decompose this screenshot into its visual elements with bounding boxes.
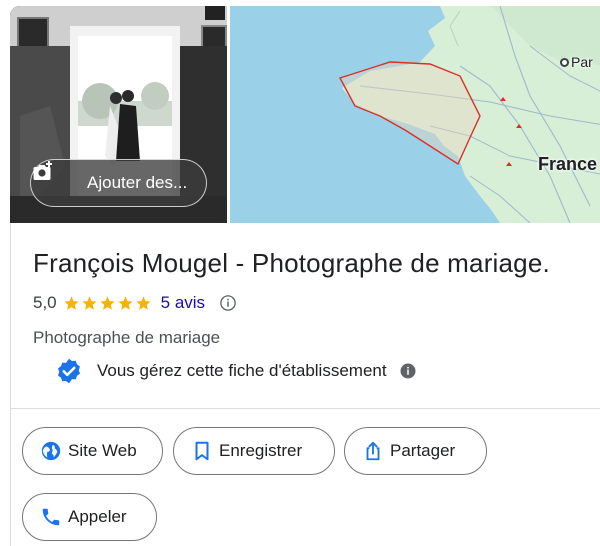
business-photo[interactable]: Ajouter des... [10, 6, 227, 223]
star-icon [100, 295, 115, 310]
website-label: Site Web [68, 441, 137, 460]
section-divider [10, 408, 600, 409]
map-label-france: France [538, 154, 598, 174]
verified-text: Vous gérez cette fiche d'établissement [97, 361, 387, 380]
info-icon[interactable] [219, 294, 237, 312]
verified-ownership-row: Vous gérez cette fiche d'établissement [55, 357, 417, 385]
reviews-link[interactable]: 5 avis [161, 293, 205, 313]
rating-value: 5,0 [33, 293, 57, 312]
business-name: François Mougel - Photographe de mariage… [33, 248, 550, 278]
star-icon [136, 295, 151, 310]
rating-row: 5,0 5 avis [33, 292, 237, 314]
business-category: Photographe de mariage [33, 328, 221, 347]
card-border [10, 223, 11, 546]
map-label-paris: Par [560, 54, 593, 70]
star-icon [82, 295, 97, 310]
call-label: Appeler [68, 507, 127, 526]
share-label: Partager [390, 441, 456, 460]
website-button[interactable]: Site Web [22, 427, 163, 475]
star-icon [64, 295, 79, 310]
map-label-paris-text: Par [571, 54, 593, 70]
add-photos-button[interactable]: Ajouter des... [30, 159, 207, 207]
share-icon [362, 440, 384, 462]
map-image [230, 6, 600, 223]
save-button[interactable]: Enregistrer [173, 427, 335, 475]
camera-plus-icon [33, 161, 75, 195]
add-photos-label: Ajouter des... [87, 173, 188, 192]
verified-badge-icon [58, 358, 80, 384]
bookmark-icon [191, 440, 213, 462]
share-button[interactable]: Partager [344, 427, 487, 475]
city-dot-icon [560, 57, 569, 67]
phone-icon [40, 506, 62, 528]
info-filled-icon[interactable] [399, 362, 417, 380]
business-profile-card: Ajouter des... Par France François Mouge… [10, 6, 600, 546]
star-rating [63, 295, 153, 312]
service-area-map[interactable]: Par France [230, 6, 600, 223]
globe-icon [40, 440, 62, 462]
call-button[interactable]: Appeler [22, 493, 157, 541]
star-icon [118, 295, 133, 310]
save-label: Enregistrer [219, 441, 303, 460]
